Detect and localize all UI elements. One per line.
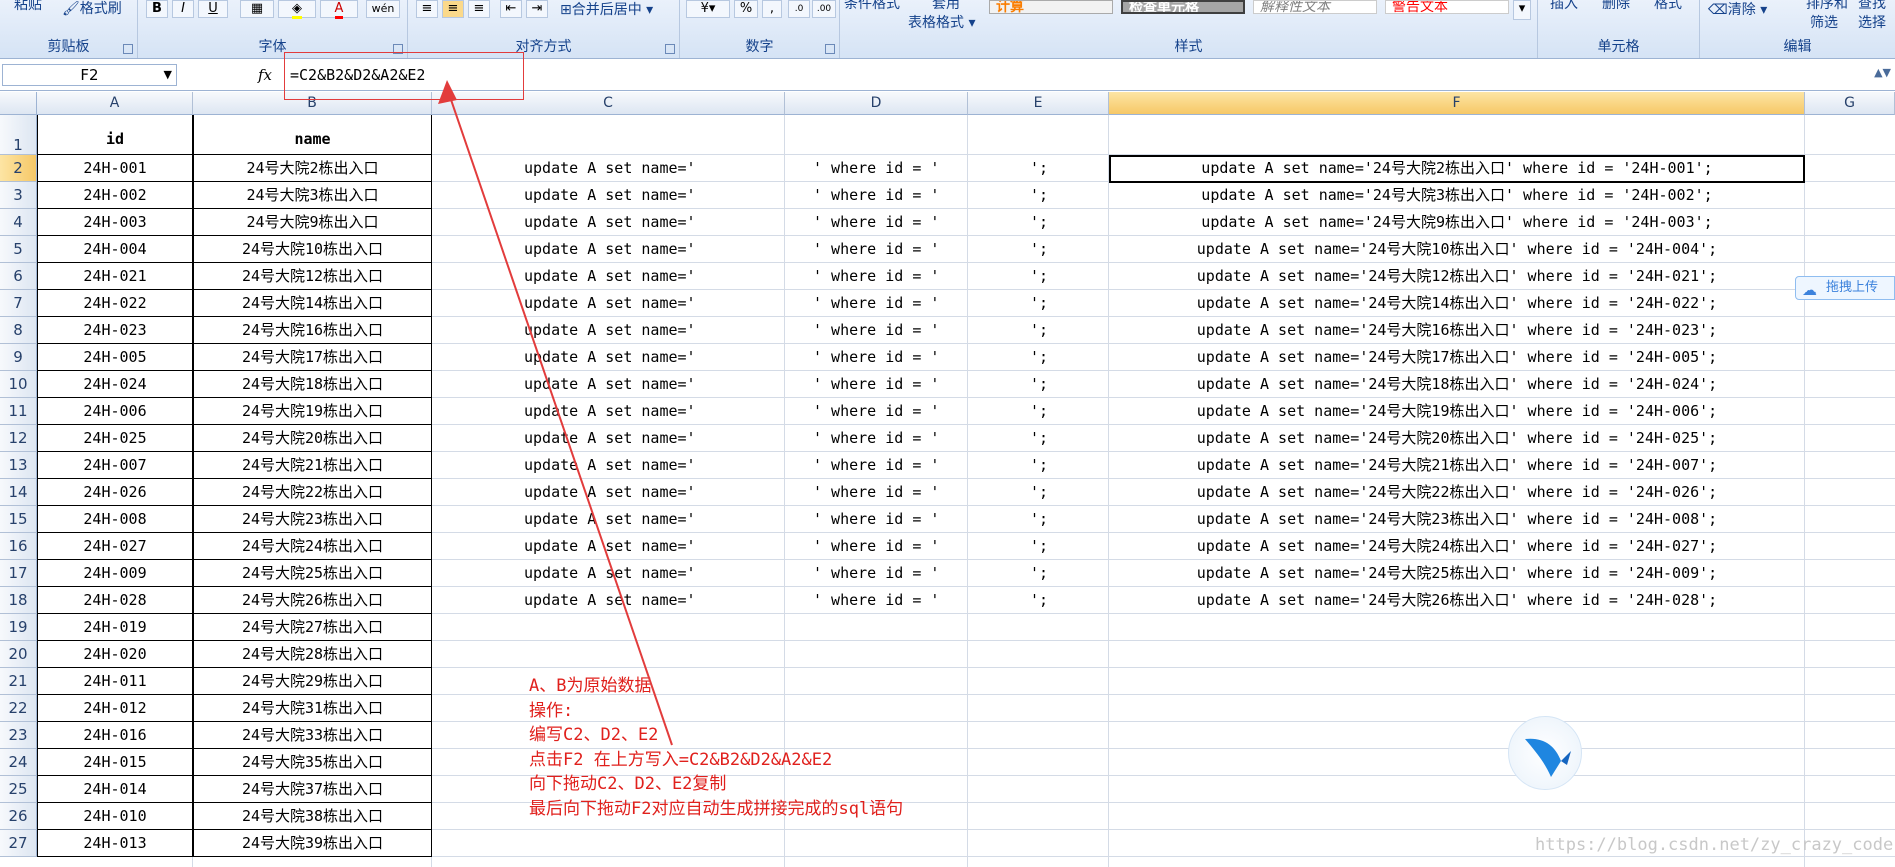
watermark: https://blog.csdn.net/zy_crazy_code xyxy=(1535,835,1894,855)
annotation-arrow xyxy=(438,80,673,746)
bird-logo-icon xyxy=(1508,716,1582,790)
cloud-upload-icon: ☁ xyxy=(1802,281,1817,299)
upload-widget-label: 拖拽上传 xyxy=(1826,280,1879,295)
upload-widget[interactable]: ☁ 拖拽上传 xyxy=(1795,276,1895,300)
